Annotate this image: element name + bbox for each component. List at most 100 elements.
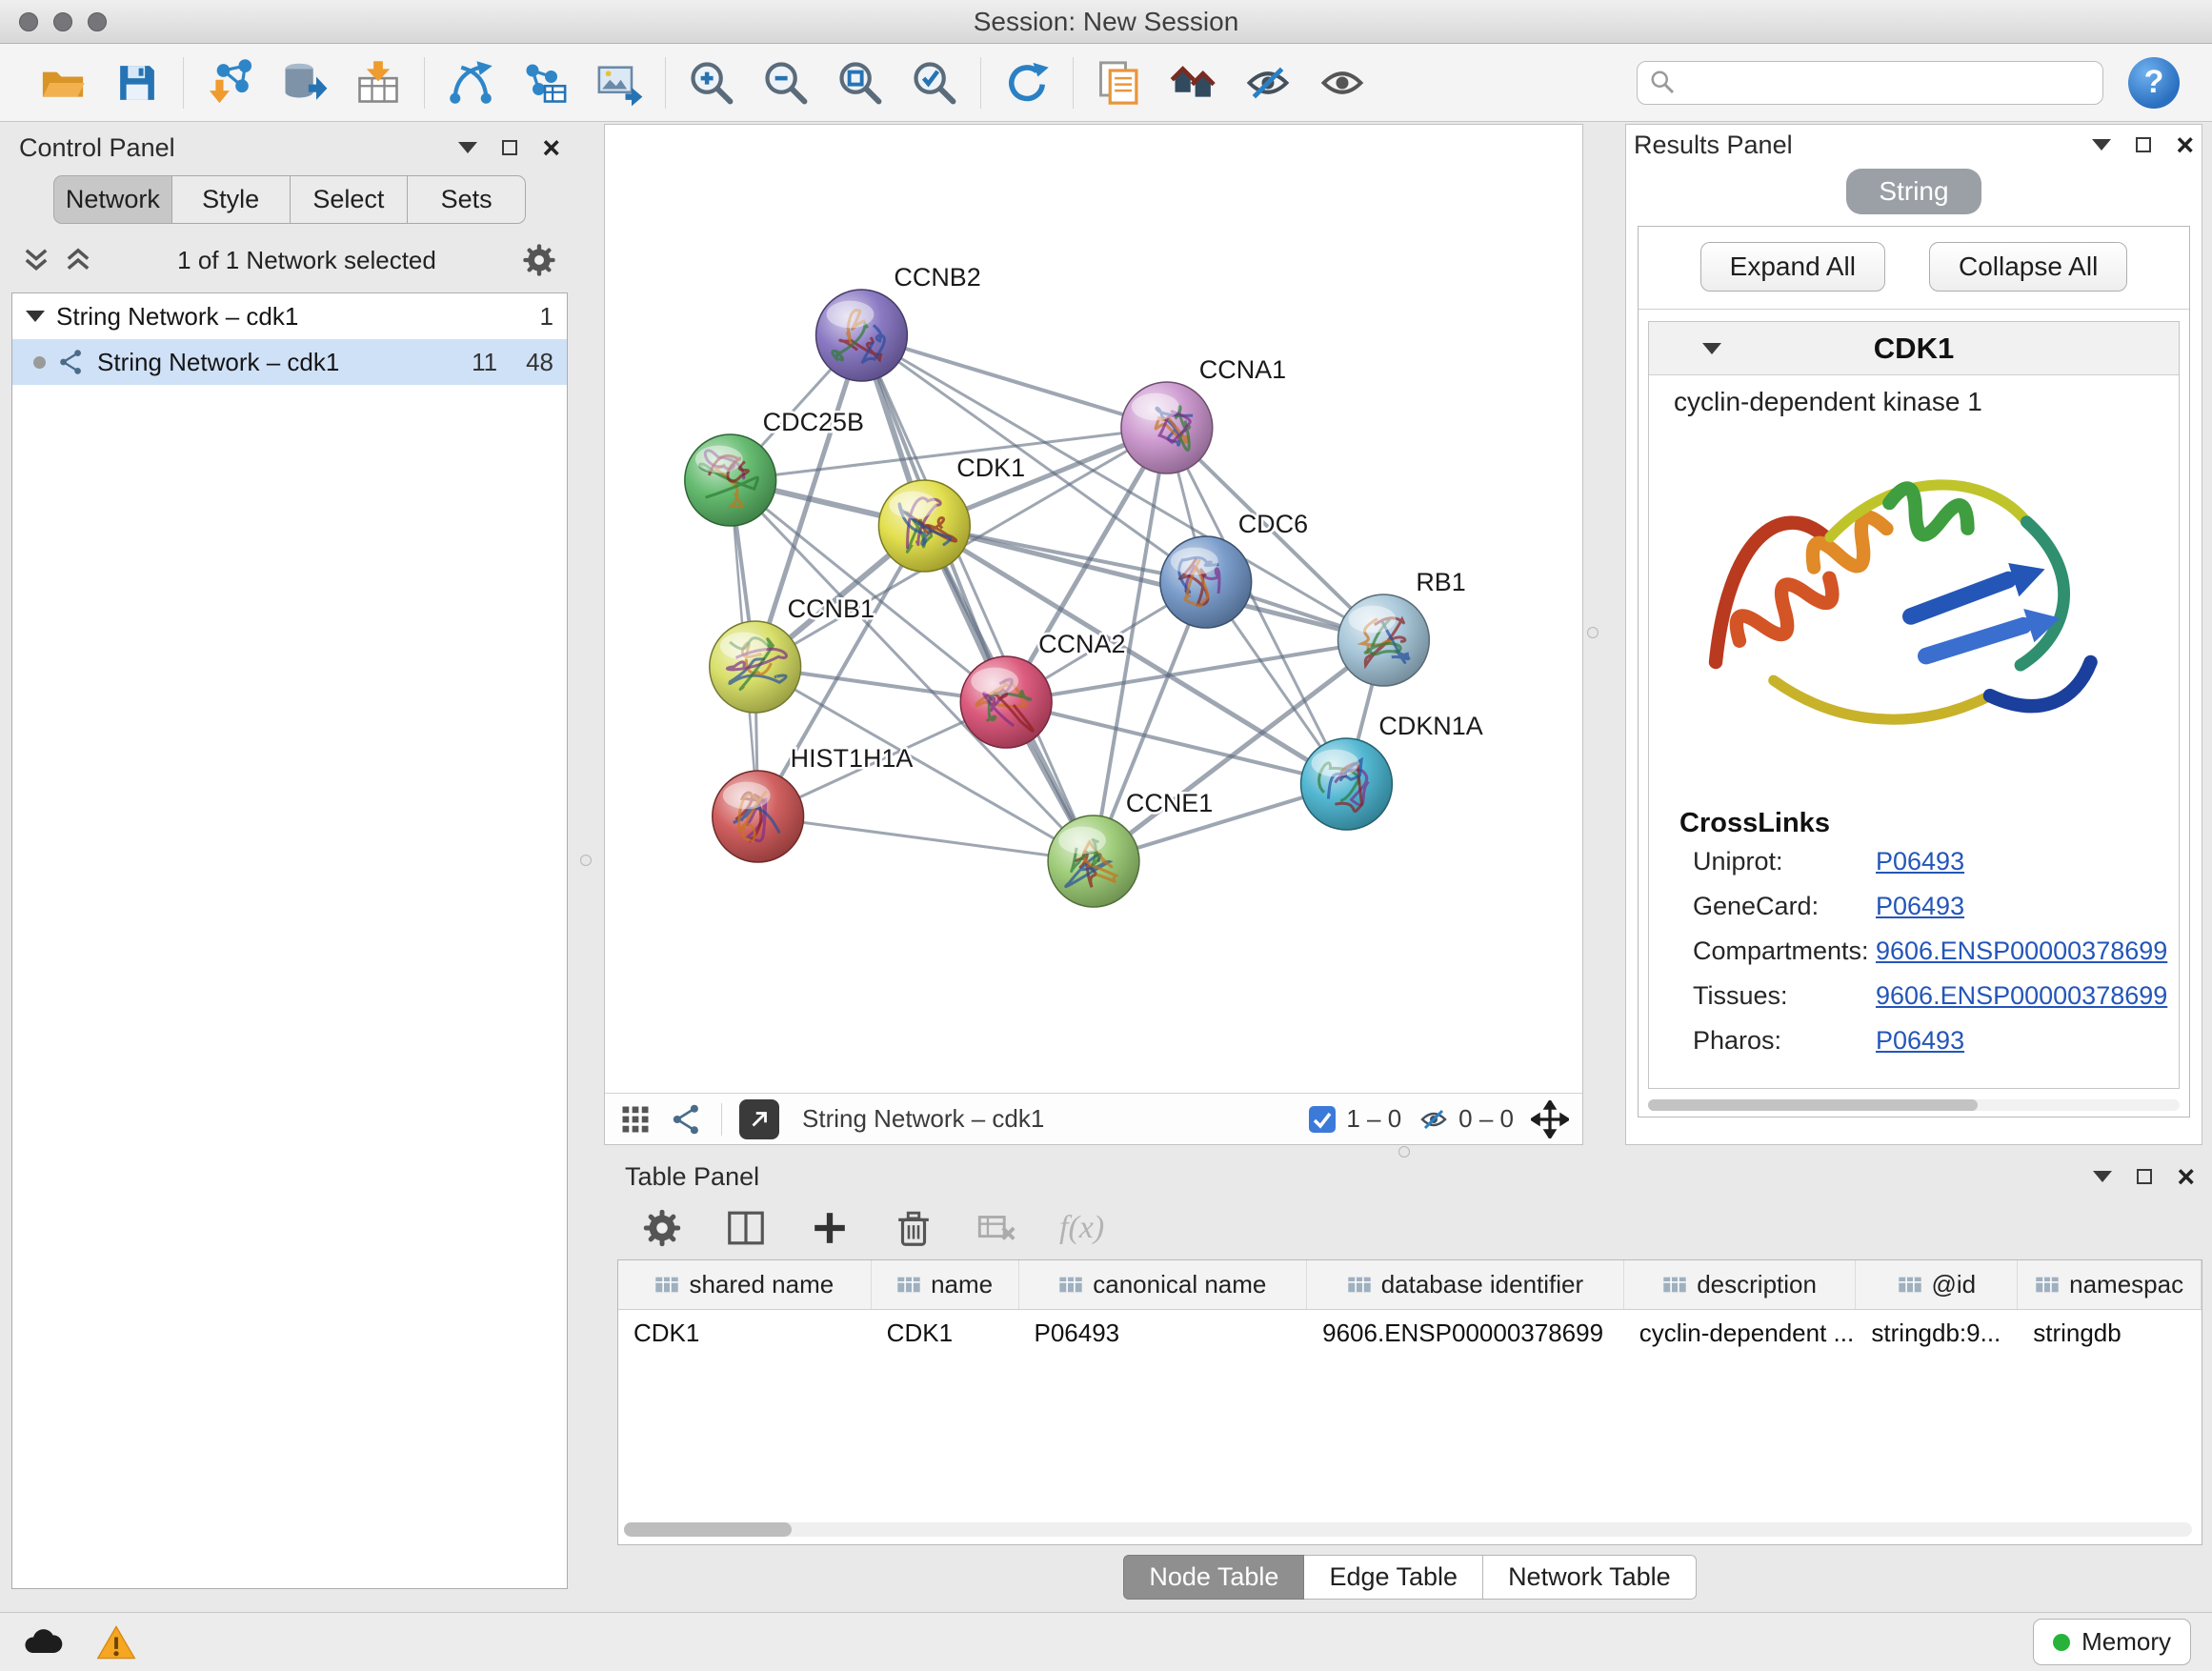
tab-node-table[interactable]: Node Table [1123,1555,1304,1600]
panel-menu-icon[interactable] [2092,139,2111,151]
delete-column-trash-icon[interactable] [892,1206,935,1250]
network-node-CCNA1[interactable]: CCNA1 [1121,355,1286,473]
network-collection-row[interactable]: String Network – cdk1 1 [12,293,567,339]
column-header-namespace[interactable]: namespac [2018,1260,2202,1309]
export-arrow-icon [747,1107,772,1132]
vertical-splitter-handle[interactable] [1587,627,1599,638]
gene-card-header[interactable]: CDK1 [1649,322,2179,375]
panel-menu-icon[interactable] [2093,1171,2112,1182]
float-panel-icon[interactable] [2137,1169,2152,1184]
network-graph[interactable]: CCNB2 CCNA1 CDC25B CDK1 CDC6 RB1 [605,125,1582,1093]
birdseye-grid-icon[interactable] [618,1102,653,1137]
cell-name[interactable]: CDK1 [872,1319,1019,1348]
float-panel-icon[interactable] [2136,137,2151,152]
tab-network[interactable]: Network [53,175,171,224]
cell-canonical-name[interactable]: P06493 [1019,1319,1308,1348]
show-all-button[interactable] [1316,56,1369,110]
tab-select[interactable]: Select [290,175,408,224]
maximize-window-button[interactable] [88,12,107,31]
network-row[interactable]: String Network – cdk1 11 48 [12,339,567,385]
tissues-link[interactable]: 9606.ENSP00000378699 [1876,981,2167,1011]
horizontal-splitter-handle[interactable] [1398,1146,1410,1158]
memory-button[interactable]: Memory [2033,1619,2191,1665]
tab-style[interactable]: Style [171,175,290,224]
column-header-id[interactable]: @id [1856,1260,2018,1309]
open-session-button[interactable] [36,56,90,110]
hide-selected-button[interactable] [1241,56,1295,110]
network-share-icon[interactable] [670,1102,704,1137]
zoom-in-button[interactable] [685,56,738,110]
add-column-icon[interactable] [808,1206,852,1250]
vertical-splitter-handle[interactable] [580,855,592,866]
expand-all-icon[interactable] [63,245,93,275]
cell-description[interactable]: cyclin-dependent ... [1624,1319,1857,1348]
close-panel-icon[interactable]: × [2177,1161,2195,1192]
network-node-CCNE1[interactable]: CCNE1 [1048,789,1213,907]
compartments-link[interactable]: 9606.ENSP00000378699 [1876,936,2167,966]
cell-database-identifier[interactable]: 9606.ENSP00000378699 [1307,1319,1624,1348]
global-search-box[interactable] [1637,61,2103,105]
copy-document-button[interactable] [1093,56,1146,110]
zoom-selected-button[interactable] [908,56,961,110]
zoom-fit-button[interactable] [834,56,887,110]
new-network-button[interactable] [444,56,497,110]
collapse-all-icon[interactable] [21,245,51,275]
show-columns-icon[interactable] [724,1206,768,1250]
column-header-description[interactable]: description [1624,1260,1857,1309]
pan-move-icon[interactable] [1531,1100,1569,1138]
tab-network-table[interactable]: Network Table [1483,1555,1697,1600]
cell-shared-name[interactable]: CDK1 [618,1319,872,1348]
close-panel-icon[interactable]: × [542,132,560,163]
tab-edge-table[interactable]: Edge Table [1304,1555,1483,1600]
cloud-status-icon[interactable] [21,1621,63,1663]
minimize-window-button[interactable] [53,12,72,31]
collapse-section-icon[interactable] [1702,343,1721,354]
network-node-HIST1H1A[interactable]: HIST1H1A [713,744,914,862]
close-panel-icon[interactable]: × [2176,130,2194,160]
column-header-shared-name[interactable]: shared name [618,1260,872,1309]
import-table-button[interactable] [352,56,405,110]
selected-checkbox-icon[interactable] [1308,1105,1337,1134]
cybrowser-home-button[interactable] [1167,56,1220,110]
help-button[interactable]: ? [2128,57,2180,109]
export-view-button[interactable] [739,1099,779,1139]
float-panel-icon[interactable] [502,140,517,155]
uniprot-link[interactable]: P06493 [1876,847,1964,876]
pharos-link[interactable]: P06493 [1876,1026,1964,1056]
expand-all-button[interactable]: Expand All [1700,242,1885,292]
network-node-RB1[interactable]: RB1 [1338,568,1466,686]
column-header-canonical-name[interactable]: canonical name [1019,1260,1308,1309]
hidden-eye-slash-icon[interactable] [1418,1104,1449,1135]
save-session-button[interactable] [111,56,164,110]
network-node-CDK1[interactable]: CDK1 [878,453,1025,572]
refresh-button[interactable] [1000,56,1054,110]
network-options-gear-icon[interactable] [520,241,558,279]
memory-status-dot [2053,1634,2070,1651]
import-network-database-button[interactable] [277,56,331,110]
network-label: String Network – cdk1 [97,348,339,377]
new-network-from-selection-button[interactable] [518,56,572,110]
cell-id[interactable]: stringdb:9... [1856,1319,2018,1348]
panel-menu-icon[interactable] [458,142,477,153]
genecard-link[interactable]: P06493 [1876,892,1964,921]
column-header-name[interactable]: name [872,1260,1019,1309]
crosslink-row-compartments: Compartments: 9606.ENSP00000378699 [1649,929,2179,974]
column-header-database-identifier[interactable]: database identifier [1307,1260,1624,1309]
import-network-file-button[interactable] [203,56,256,110]
zoom-out-button[interactable] [759,56,813,110]
tab-sets[interactable]: Sets [407,175,526,224]
table-settings-gear-icon[interactable] [640,1206,684,1250]
network-canvas[interactable]: CCNB2 CCNA1 CDC25B CDK1 CDC6 RB1 [605,125,1582,1093]
warning-icon[interactable] [95,1621,137,1663]
table-horizontal-scrollbar[interactable] [624,1522,2192,1537]
tab-string[interactable]: String [1846,169,1981,214]
export-image-button[interactable] [593,56,646,110]
tree-expand-caret-icon[interactable] [26,311,45,322]
results-horizontal-scrollbar[interactable] [1648,1099,2180,1111]
network-node-CDKN1A[interactable]: CDKN1A [1301,712,1483,830]
close-window-button[interactable] [19,12,38,31]
cell-namespace[interactable]: stringdb [2018,1319,2202,1348]
table-row[interactable]: CDK1 CDK1 P06493 9606.ENSP00000378699 cy… [618,1310,2202,1356]
search-input[interactable] [1685,68,2091,97]
collapse-all-button[interactable]: Collapse All [1929,242,2127,292]
